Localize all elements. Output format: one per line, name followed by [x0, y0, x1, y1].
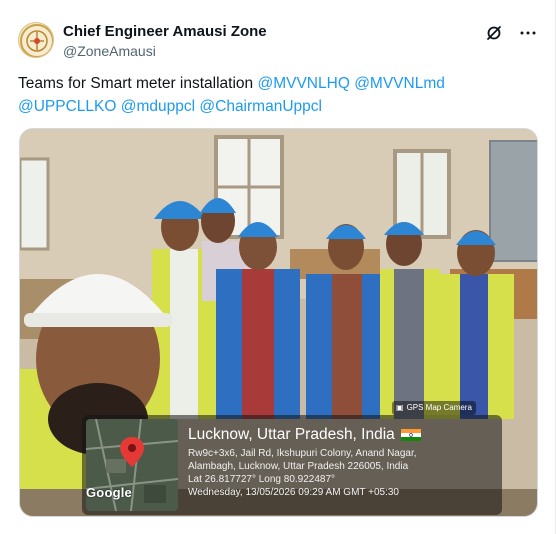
tweet-header: Chief Engineer Amausi Zone @ZoneAmausi: [18, 20, 541, 60]
geotag-coordinates: Lat 26.817727° Long 80.922487°: [188, 474, 336, 485]
geotag-address-line1: Rw9c+3x6, Jail Rd, Ikshupuri Colony, Ana…: [188, 448, 417, 459]
india-flag-icon: [400, 429, 421, 441]
tweet-text-body: Teams for Smart meter installation: [18, 75, 258, 92]
tweet-text: Teams for Smart meter installation @MVVN…: [18, 72, 538, 118]
mention-link[interactable]: @MVVNLmd: [354, 75, 445, 92]
author-display-name[interactable]: Chief Engineer Amausi Zone: [63, 22, 267, 41]
grok-icon[interactable]: [485, 24, 503, 42]
author-names: Chief Engineer Amausi Zone @ZoneAmausi: [63, 22, 267, 60]
tweet-card: Chief Engineer Amausi Zone @ZoneAmausi T…: [0, 0, 556, 534]
google-logo: Google: [86, 485, 132, 500]
mention-link[interactable]: @mduppcl: [121, 98, 195, 115]
mention-link[interactable]: @MVVNLHQ: [257, 75, 349, 92]
camera-icon: ▣: [396, 403, 404, 412]
mention-link[interactable]: @UPPCLLKO: [18, 98, 116, 115]
tweet-actions: [485, 24, 537, 42]
gps-map-camera-label: GPS Map Camera: [406, 403, 472, 412]
tweet-photo[interactable]: Google ▣ GPS Map Camera Lucknow, Uttar P…: [19, 128, 538, 517]
location-title-text: Lucknow, Uttar Pradesh, India: [188, 426, 395, 443]
mention-link[interactable]: @ChairmanUppcl: [199, 98, 322, 115]
geotag-timestamp: Wednesday, 13/05/2026 09:29 AM GMT +05:3…: [188, 487, 399, 498]
geotag-address-line2: Alambagh, Lucknow, Uttar Pradesh 226005,…: [188, 461, 409, 472]
emblem-logo-icon: [20, 24, 53, 57]
more-options-icon[interactable]: [519, 24, 537, 42]
author-handle[interactable]: @ZoneAmausi: [63, 42, 267, 60]
author-avatar[interactable]: [18, 22, 54, 58]
gps-map-camera-badge: ▣ GPS Map Camera: [392, 401, 476, 415]
geotag-location-title: Lucknow, Uttar Pradesh, India: [188, 426, 421, 444]
